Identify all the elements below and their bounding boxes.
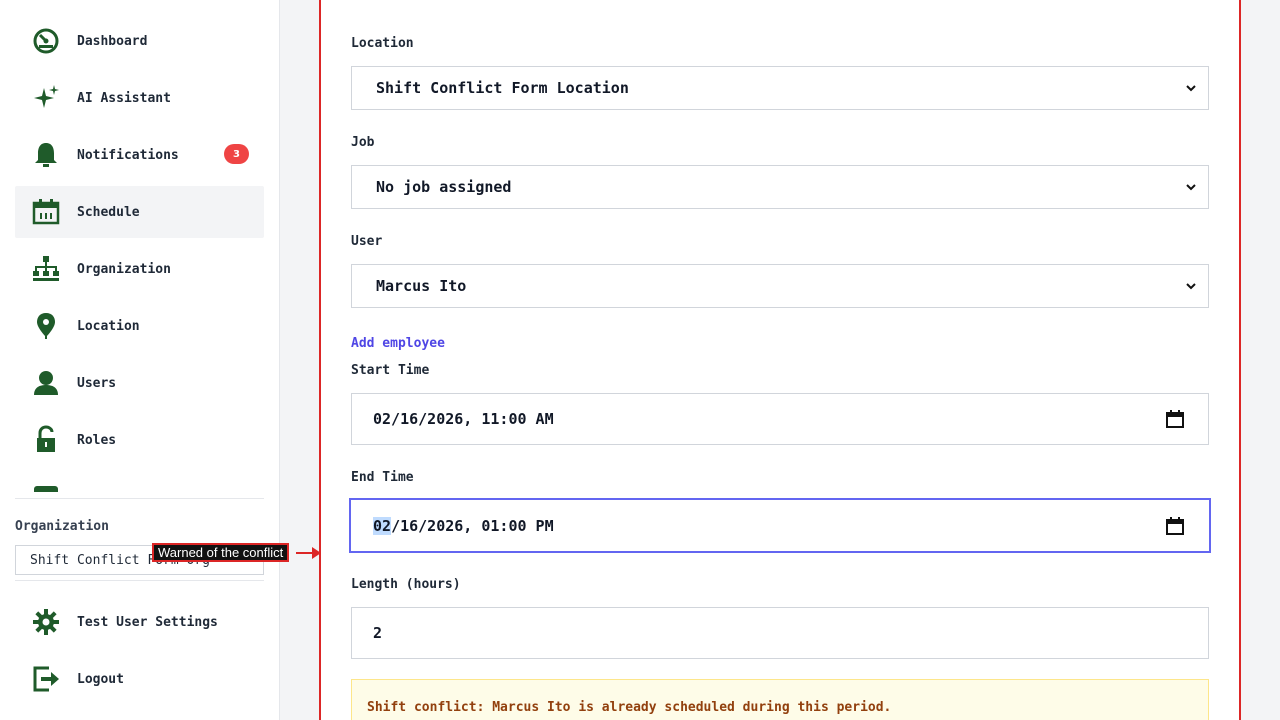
sidebar: Dashboard AI Assistant Notifications 3 S…: [0, 0, 280, 720]
length-label: Length (hours): [351, 577, 461, 592]
calendar-icon: [30, 196, 62, 228]
sidebar-item-label: AI Assistant: [77, 90, 171, 106]
sidebar-item-schedule[interactable]: Schedule: [15, 186, 264, 238]
sidebar-item-label: Schedule: [77, 204, 140, 220]
org-chart-icon: [30, 253, 62, 285]
user-select[interactable]: Marcus Ito: [351, 264, 1209, 308]
annotation-arrow-icon: [296, 547, 321, 559]
sidebar-item-ai-assistant[interactable]: AI Assistant: [15, 72, 264, 124]
sidebar-item-label: Users: [77, 375, 117, 391]
job-label: Job: [351, 135, 375, 150]
calendar-picker-icon[interactable]: [1165, 516, 1185, 536]
sidebar-item-users[interactable]: Users: [15, 357, 264, 409]
clipped-nav-icon: [34, 486, 58, 492]
calendar-picker-icon[interactable]: [1165, 409, 1185, 429]
length-input[interactable]: 2: [351, 607, 1209, 659]
shift-conflict-alert: Shift conflict: Marcus Ito is already sc…: [351, 679, 1209, 720]
end-time-selected-segment: 02: [373, 516, 392, 535]
annotation-label: Warned of the conflict: [152, 543, 290, 562]
divider: [15, 580, 264, 581]
divider: [15, 498, 264, 499]
bell-icon: [30, 139, 62, 171]
sidebar-item-notifications[interactable]: Notifications 3: [15, 129, 264, 181]
unlock-icon: [30, 424, 62, 456]
sidebar-item-label: Roles: [77, 432, 117, 448]
location-select-value: Shift Conflict Form Location: [376, 79, 629, 97]
start-time-value: 02/16/2026, 11:00 AM: [373, 410, 554, 428]
sidebar-item-label: Dashboard: [77, 33, 148, 49]
user-select-value: Marcus Ito: [376, 277, 467, 295]
sidebar-item-label: Test User Settings: [77, 614, 218, 630]
logout-icon: [30, 663, 62, 695]
job-select-value: No job assigned: [376, 178, 512, 196]
organization-label: Organization: [15, 519, 109, 534]
sidebar-item-organization[interactable]: Organization: [15, 243, 264, 295]
end-time-value: 02/16/2026, 01:00 PM: [373, 516, 554, 535]
sidebar-item-label: Location: [77, 318, 140, 334]
end-time-rest: /16/2026, 01:00 PM: [391, 516, 554, 535]
chevron-down-icon: [1186, 184, 1196, 191]
dashboard-icon: [30, 25, 62, 57]
length-value: 2: [373, 624, 383, 642]
job-select[interactable]: No job assigned: [351, 165, 1209, 209]
sidebar-item-roles[interactable]: Roles: [15, 414, 264, 466]
sidebar-item-logout[interactable]: Logout: [15, 653, 264, 705]
sidebar-item-label: Notifications: [77, 147, 179, 163]
notification-count-badge: 3: [224, 144, 249, 164]
add-employee-link[interactable]: Add employee: [351, 336, 445, 351]
start-time-label: Start Time: [351, 363, 430, 378]
chevron-down-icon: [1186, 283, 1196, 290]
start-time-input[interactable]: 02/16/2026, 11:00 AM: [351, 393, 1209, 445]
sidebar-item-settings[interactable]: Test User Settings: [15, 596, 264, 648]
chevron-down-icon: [1186, 85, 1196, 92]
end-time-label: End Time: [351, 470, 414, 485]
user-icon: [30, 367, 62, 399]
sparkle-icon: [30, 82, 62, 114]
map-pin-icon: [30, 310, 62, 342]
sidebar-item-label: Logout: [77, 671, 124, 687]
location-label: Location: [351, 36, 414, 51]
user-label: User: [351, 234, 383, 249]
sidebar-item-dashboard[interactable]: Dashboard: [15, 15, 264, 67]
gear-icon: [30, 606, 62, 638]
end-time-input[interactable]: 02/16/2026, 01:00 PM: [349, 498, 1211, 553]
sidebar-item-label: Organization: [77, 261, 171, 277]
location-select[interactable]: Shift Conflict Form Location: [351, 66, 1209, 110]
sidebar-item-location[interactable]: Location: [15, 300, 264, 352]
shift-conflict-message: Shift conflict: Marcus Ito is already sc…: [367, 700, 892, 715]
